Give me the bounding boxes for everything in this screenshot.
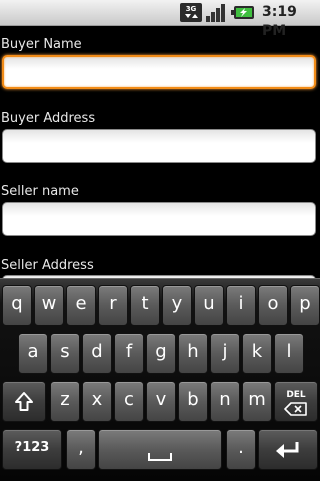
- battery-charging-icon: [231, 6, 254, 19]
- key-h[interactable]: h: [178, 333, 208, 374]
- key-l[interactable]: l: [274, 333, 304, 374]
- key-z[interactable]: z: [50, 381, 80, 422]
- key-t[interactable]: t: [130, 285, 160, 326]
- backspace-icon: [284, 402, 307, 416]
- key-j[interactable]: j: [210, 333, 240, 374]
- key-c[interactable]: c: [114, 381, 144, 422]
- status-time: 3:19 PM: [262, 4, 297, 39]
- key-v[interactable]: v: [146, 381, 176, 422]
- key-m[interactable]: m: [242, 381, 272, 422]
- key-p[interactable]: p: [290, 285, 320, 326]
- key-y[interactable]: y: [162, 285, 192, 326]
- shift-icon: [15, 392, 33, 411]
- soft-keyboard: q w e r t y u i o p a s d f g h j k l z …: [0, 278, 320, 481]
- key-s[interactable]: s: [50, 333, 80, 374]
- key-k[interactable]: k: [242, 333, 272, 374]
- key-a[interactable]: a: [18, 333, 48, 374]
- space-bar-icon: [148, 453, 172, 461]
- key-u[interactable]: u: [194, 285, 224, 326]
- signal-strength-icon: [206, 4, 225, 22]
- buyer-address-field[interactable]: [2, 129, 316, 163]
- seller-address-label: Seller Address: [1, 258, 94, 273]
- shift-key[interactable]: [2, 381, 46, 422]
- buyer-name-label: Buyer Name: [1, 37, 82, 52]
- comma-key[interactable]: ,: [66, 429, 96, 470]
- enter-key[interactable]: [258, 429, 318, 470]
- key-g[interactable]: g: [146, 333, 176, 374]
- key-d[interactable]: d: [82, 333, 112, 374]
- seller-name-label: Seller name: [1, 184, 79, 199]
- key-i[interactable]: i: [226, 285, 256, 326]
- 3g-network-icon: 3G: [180, 3, 202, 22]
- key-r[interactable]: r: [98, 285, 128, 326]
- key-w[interactable]: w: [34, 285, 64, 326]
- key-q[interactable]: q: [2, 285, 32, 326]
- key-f[interactable]: f: [114, 333, 144, 374]
- svg-text:3G: 3G: [186, 5, 197, 13]
- status-bar: 3G 3:19 PM: [0, 0, 320, 39]
- delete-label: DEL: [286, 390, 306, 400]
- key-e[interactable]: e: [66, 285, 96, 326]
- space-key[interactable]: [98, 429, 222, 470]
- buyer-address-label: Buyer Address: [1, 111, 96, 126]
- period-key[interactable]: .: [226, 429, 256, 470]
- key-o[interactable]: o: [258, 285, 288, 326]
- symbols-key[interactable]: ?123: [2, 429, 62, 470]
- key-b[interactable]: b: [178, 381, 208, 422]
- seller-name-field[interactable]: [2, 202, 316, 236]
- key-x[interactable]: x: [82, 381, 112, 422]
- delete-key[interactable]: DEL: [274, 381, 318, 422]
- buyer-name-field[interactable]: [2, 55, 316, 89]
- enter-arrow-icon: [276, 442, 299, 458]
- key-n[interactable]: n: [210, 381, 240, 422]
